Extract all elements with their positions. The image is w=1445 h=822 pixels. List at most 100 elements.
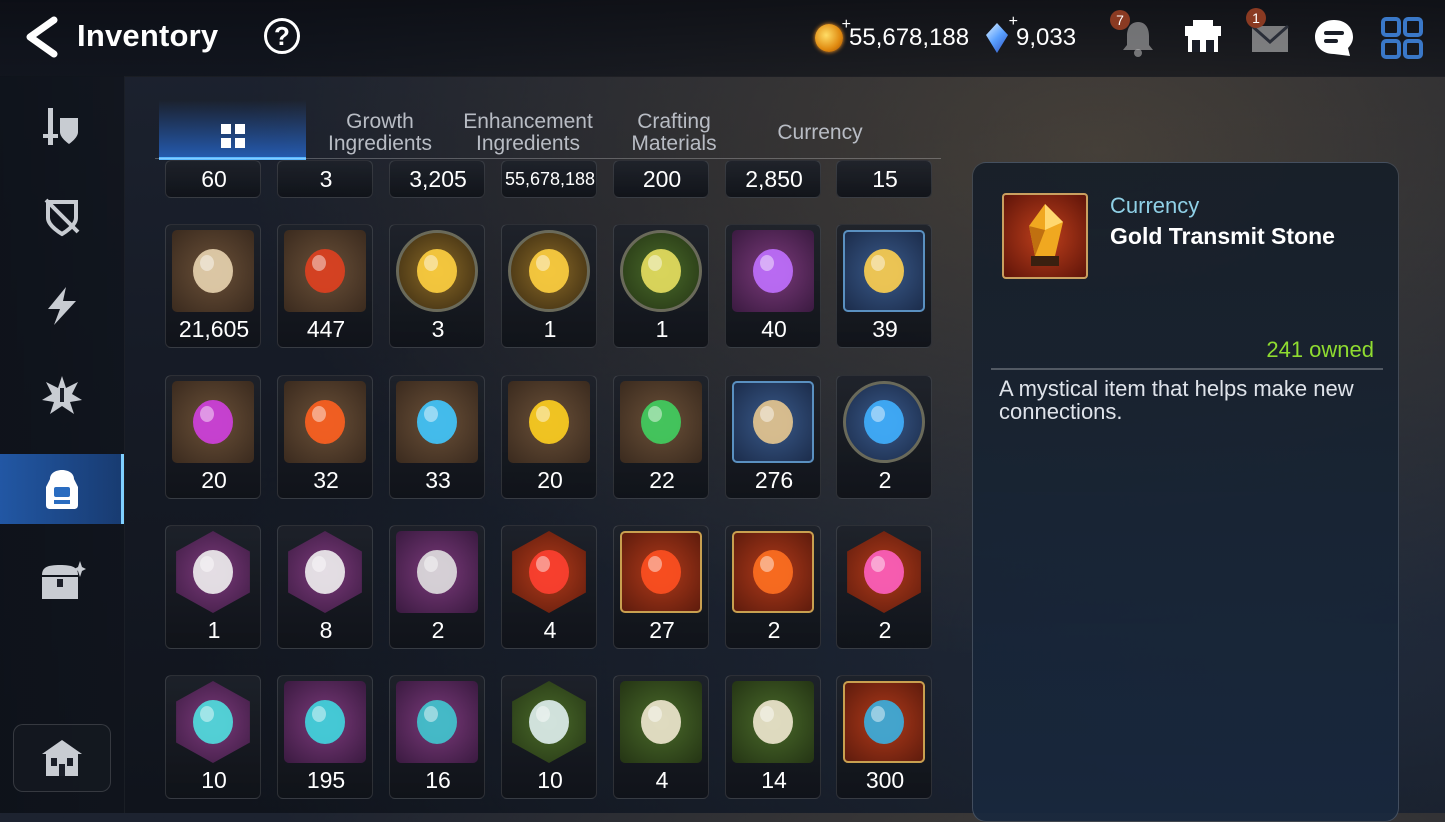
sidebar-item-storage[interactable] bbox=[0, 546, 124, 616]
item-slot[interactable]: 39 bbox=[836, 224, 932, 348]
item-slot[interactable]: 4 bbox=[501, 525, 597, 649]
item-slot[interactable]: 8 bbox=[277, 525, 373, 649]
item-count: 447 bbox=[306, 316, 346, 342]
item-count: 10 bbox=[201, 767, 227, 793]
item-count: 2 bbox=[767, 617, 781, 643]
crystal-currency[interactable]: + 9,033 bbox=[986, 13, 1077, 56]
item-count: 14 bbox=[761, 767, 787, 793]
notifications-button[interactable]: 7 bbox=[1110, 10, 1160, 60]
item-slot[interactable]: 27 bbox=[613, 525, 709, 649]
item-slot[interactable]: 40 bbox=[725, 224, 821, 348]
item-slot[interactable]: 447 bbox=[277, 224, 373, 348]
item-slot[interactable]: 2 bbox=[725, 525, 821, 649]
item-count: 32 bbox=[313, 467, 339, 493]
item-count: 4 bbox=[655, 767, 669, 793]
tab-all[interactable] bbox=[159, 100, 306, 160]
chat-icon bbox=[1315, 20, 1353, 56]
broken-shield-icon bbox=[44, 198, 80, 237]
item-slot[interactable]: 1 bbox=[613, 224, 709, 348]
horse-token-icon bbox=[172, 230, 254, 312]
sidebar-item-effects[interactable] bbox=[0, 361, 124, 431]
item-slot[interactable]: 10 bbox=[165, 675, 261, 799]
back-arrow-icon[interactable] bbox=[22, 16, 62, 58]
item-slot[interactable]: 14 bbox=[725, 675, 821, 799]
lightning-icon bbox=[48, 287, 76, 325]
sidebar-item-skills[interactable] bbox=[0, 271, 124, 341]
teal-star-shard-icon bbox=[176, 681, 250, 763]
sidebar bbox=[0, 76, 125, 813]
item-slot[interactable]: 1 bbox=[501, 224, 597, 348]
grid-icon bbox=[220, 124, 245, 148]
item-slot[interactable]: 2,850 bbox=[725, 160, 821, 198]
item-slot[interactable]: 276 bbox=[725, 375, 821, 499]
item-slot[interactable]: 2 bbox=[389, 525, 485, 649]
item-slot[interactable]: 16 bbox=[389, 675, 485, 799]
crystal-icon bbox=[986, 23, 1008, 53]
item-slot[interactable]: 2 bbox=[836, 375, 932, 499]
yellow-creature-icon bbox=[396, 230, 478, 312]
teal-bolt-stone-icon bbox=[396, 681, 478, 763]
red-t-stone-icon bbox=[620, 531, 702, 613]
feather-wand-icon bbox=[396, 531, 478, 613]
red-bolt-stone-icon bbox=[732, 531, 814, 613]
item-slot[interactable]: 3 bbox=[277, 160, 373, 198]
top-bar: Inventory ? + 55,678,188 + 9,033 7 1 bbox=[0, 0, 1445, 77]
gold-flower-icon bbox=[843, 230, 925, 312]
tab-growth-ingredients[interactable]: Growth Ingredients bbox=[307, 100, 453, 158]
question-icon[interactable]: ? bbox=[264, 18, 300, 54]
page-title: Inventory bbox=[77, 18, 219, 53]
green-creature-icon bbox=[620, 230, 702, 312]
item-count: 16 bbox=[425, 767, 451, 793]
item-count: 3 bbox=[431, 316, 445, 342]
crystal-amount: 9,033 bbox=[1016, 24, 1077, 51]
green-gem-icon bbox=[620, 381, 702, 463]
item-slot[interactable]: 4 bbox=[613, 675, 709, 799]
orange-gem-icon bbox=[284, 381, 366, 463]
chat-button[interactable] bbox=[1312, 16, 1356, 60]
shop-button[interactable] bbox=[1181, 16, 1225, 60]
item-slot[interactable]: 2 bbox=[836, 525, 932, 649]
sidebar-item-inventory[interactable] bbox=[0, 454, 124, 524]
tab-enhancement-ingredients[interactable]: Enhancement Ingredients bbox=[455, 100, 601, 158]
item-count: 40 bbox=[761, 316, 787, 342]
item-slot[interactable]: 32 bbox=[277, 375, 373, 499]
burst-icon bbox=[42, 376, 82, 414]
mail-button[interactable]: 1 bbox=[1246, 8, 1292, 60]
item-slot[interactable]: 300 bbox=[836, 675, 932, 799]
blue-sigil-icon bbox=[843, 381, 925, 463]
white-star-shard-icon bbox=[512, 681, 586, 763]
item-slot[interactable]: 55,678,188 bbox=[501, 160, 597, 198]
item-slot[interactable]: 10 bbox=[501, 675, 597, 799]
item-count: 27 bbox=[649, 617, 675, 643]
item-slot[interactable]: 60 bbox=[165, 160, 261, 198]
sidebar-item-artifacts[interactable] bbox=[0, 181, 124, 251]
yellow-creature-icon bbox=[508, 230, 590, 312]
item-slot[interactable]: 20 bbox=[501, 375, 597, 499]
item-slot[interactable]: 1 bbox=[165, 525, 261, 649]
sidebar-item-equipment[interactable] bbox=[0, 91, 124, 161]
yellow-gem-icon bbox=[508, 381, 590, 463]
item-slot[interactable]: 21,605 bbox=[165, 224, 261, 348]
home-button[interactable] bbox=[13, 724, 111, 792]
pink-potion-icon bbox=[847, 531, 921, 613]
teal-t-stone-icon bbox=[284, 681, 366, 763]
item-slot[interactable]: 195 bbox=[277, 675, 373, 799]
item-count: 300 bbox=[865, 767, 905, 793]
item-slot[interactable]: 3,205 bbox=[389, 160, 485, 198]
item-slot[interactable]: 22 bbox=[613, 375, 709, 499]
purple-gem-icon bbox=[172, 381, 254, 463]
item-slot[interactable]: 200 bbox=[613, 160, 709, 198]
item-count: 3 bbox=[319, 166, 333, 192]
item-count: 3,205 bbox=[409, 166, 467, 192]
shop-icon bbox=[1185, 20, 1221, 52]
item-slot[interactable]: 3 bbox=[389, 224, 485, 348]
notifications-badge: 7 bbox=[1110, 10, 1130, 30]
menu-button[interactable] bbox=[1380, 16, 1424, 60]
owned-count: 241 owned bbox=[1266, 337, 1374, 362]
tab-currency[interactable]: Currency bbox=[747, 100, 893, 158]
item-slot[interactable]: 33 bbox=[389, 375, 485, 499]
tab-crafting-materials[interactable]: Crafting Materials bbox=[601, 100, 747, 158]
gold-currency[interactable]: + 55,678,188 bbox=[815, 16, 969, 56]
item-slot[interactable]: 20 bbox=[165, 375, 261, 499]
item-slot[interactable]: 15 bbox=[836, 160, 932, 198]
